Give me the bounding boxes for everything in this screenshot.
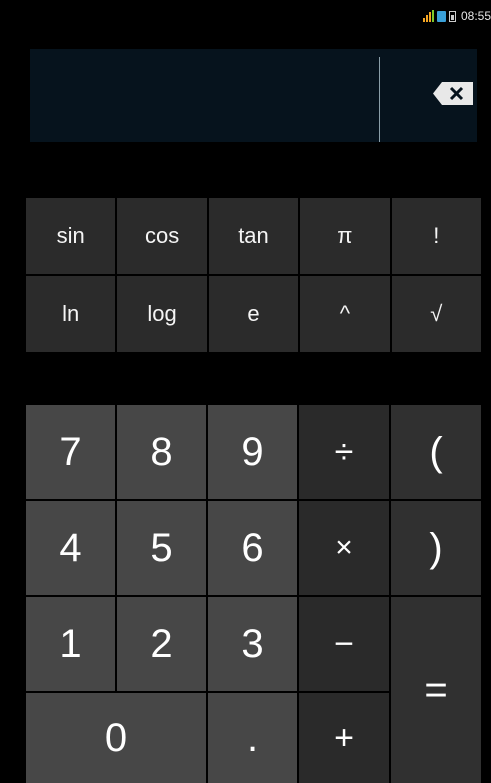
close-paren-button[interactable]: ) xyxy=(391,501,481,595)
equals-button[interactable]: = xyxy=(391,597,481,783)
data-connection-icon xyxy=(436,10,446,22)
status-icons: 08:55 xyxy=(422,8,491,24)
cos-button[interactable]: cos xyxy=(117,198,207,274)
calculator-display xyxy=(30,49,477,142)
plus-button[interactable]: + xyxy=(299,693,389,783)
sqrt-button[interactable]: √ xyxy=(391,276,481,352)
digit-6-button[interactable]: 6 xyxy=(208,501,297,595)
digit-5-button[interactable]: 5 xyxy=(117,501,206,595)
sin-button[interactable]: sin xyxy=(26,198,116,274)
multiply-button[interactable]: × xyxy=(299,501,389,595)
advanced-functions-panel: sin cos tan π ! ln log e ^ √ xyxy=(26,198,481,352)
log-button[interactable]: log xyxy=(117,276,207,352)
signal-icon xyxy=(422,10,434,22)
battery-icon xyxy=(448,10,456,22)
ln-button[interactable]: ln xyxy=(26,276,116,352)
power-button[interactable]: ^ xyxy=(300,276,390,352)
minus-button[interactable]: − xyxy=(299,597,389,691)
digit-9-button[interactable]: 9 xyxy=(208,405,297,499)
pi-button[interactable]: π xyxy=(300,198,390,274)
keypad: 7 8 9 ÷ ( 4 5 6 × ) 1 2 3 − = 0 . + xyxy=(26,405,481,783)
digit-3-button[interactable]: 3 xyxy=(208,597,297,691)
expression-field[interactable] xyxy=(30,49,379,142)
open-paren-button[interactable]: ( xyxy=(391,405,481,499)
backspace-button[interactable] xyxy=(380,49,477,142)
digit-2-button[interactable]: 2 xyxy=(117,597,206,691)
divide-button[interactable]: ÷ xyxy=(299,405,389,499)
digit-0-button[interactable]: 0 xyxy=(26,693,206,783)
status-bar: 08:55 xyxy=(0,0,491,31)
factorial-button[interactable]: ! xyxy=(391,198,481,274)
digit-7-button[interactable]: 7 xyxy=(26,405,115,499)
digit-8-button[interactable]: 8 xyxy=(117,405,206,499)
backspace-icon xyxy=(433,82,473,105)
status-clock: 08:55 xyxy=(460,9,491,23)
digit-4-button[interactable]: 4 xyxy=(26,501,115,595)
e-button[interactable]: e xyxy=(208,276,299,352)
decimal-point-button[interactable]: . xyxy=(208,693,297,783)
digit-1-button[interactable]: 1 xyxy=(26,597,115,691)
tan-button[interactable]: tan xyxy=(208,198,299,274)
